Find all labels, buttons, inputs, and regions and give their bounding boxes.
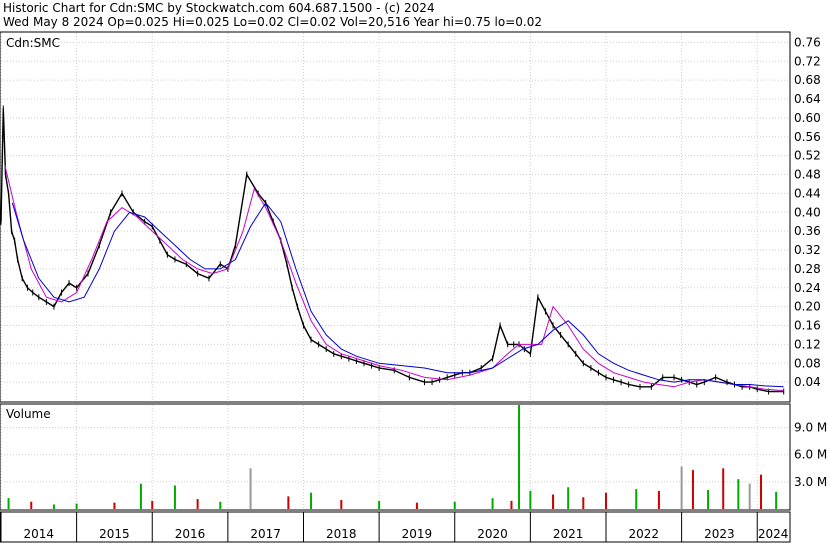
volume-bar bbox=[529, 490, 532, 509]
x-tick-label: 2024 bbox=[758, 527, 789, 541]
volume-bar bbox=[748, 483, 751, 509]
volume-bar bbox=[604, 492, 607, 509]
volume-y-tick-label: 9.0 M bbox=[794, 421, 827, 435]
volume-panel-frame bbox=[0, 403, 791, 511]
volume-y-tick-label: 3.0 M bbox=[794, 475, 827, 489]
price-y-tick-label: 0.12 bbox=[794, 337, 821, 351]
volume-bar bbox=[340, 499, 343, 509]
volume-bar bbox=[173, 485, 176, 509]
volume-bar bbox=[707, 490, 710, 509]
volume-bar bbox=[657, 490, 660, 509]
volume-bar bbox=[310, 492, 313, 509]
volume-bar bbox=[30, 501, 33, 509]
volume-bar bbox=[287, 496, 290, 509]
volume-bar bbox=[760, 474, 763, 509]
x-tick-label: 2017 bbox=[250, 527, 281, 541]
price-y-tick-label: 0.04 bbox=[794, 375, 821, 389]
x-tick-label: 2021 bbox=[553, 527, 584, 541]
price-y-tick-label: 0.32 bbox=[794, 243, 821, 257]
volume-bar bbox=[518, 405, 521, 509]
price-y-tick-label: 0.40 bbox=[794, 205, 821, 219]
price-y-tick-label: 0.16 bbox=[794, 319, 821, 333]
price-y-tick-label: 0.48 bbox=[794, 168, 821, 182]
price-y-tick-label: 0.56 bbox=[794, 130, 821, 144]
volume-bar bbox=[635, 489, 638, 509]
price-y-tick-label: 0.08 bbox=[794, 356, 821, 370]
volume-bar bbox=[567, 487, 570, 509]
stock-chart: 0.76 0.72 0.68 0.64 0.60 0.56 0.52 0.48 0.44 0.40… bbox=[0, 31, 827, 543]
volume-bar bbox=[491, 498, 494, 509]
price-y-tick-label: 0.24 bbox=[794, 281, 821, 295]
volume-bar bbox=[219, 501, 222, 509]
volume-bar bbox=[378, 500, 381, 509]
volume-bar bbox=[453, 501, 456, 509]
volume-bar bbox=[510, 500, 513, 509]
x-tick-label: 2019 bbox=[402, 527, 433, 541]
volume-bar bbox=[582, 497, 585, 509]
x-tick-label: 2014 bbox=[24, 527, 55, 541]
x-tick-label: 2022 bbox=[629, 527, 660, 541]
price-y-tick-label: 0.20 bbox=[794, 300, 821, 314]
price-y-tick-label: 0.52 bbox=[794, 149, 821, 163]
price-y-tick-label: 0.44 bbox=[794, 186, 821, 200]
volume-y-axis: 9.0 M 6.0 M 3.0 M bbox=[794, 421, 827, 489]
volume-panel-title: Volume bbox=[6, 407, 51, 421]
x-tick-label: 2018 bbox=[326, 527, 357, 541]
volume-bar bbox=[52, 504, 55, 509]
volume-y-tick-label: 6.0 M bbox=[794, 448, 827, 462]
price-y-tick-label: 0.60 bbox=[794, 111, 821, 125]
price-y-tick-label: 0.68 bbox=[794, 73, 821, 87]
price-y-tick-label: 0.28 bbox=[794, 262, 821, 276]
volume-bar bbox=[7, 498, 10, 509]
volume-bar bbox=[415, 502, 418, 509]
price-y-tick-label: 0.72 bbox=[794, 54, 821, 68]
volume-bar bbox=[737, 479, 740, 509]
x-tick-label: 2015 bbox=[99, 527, 130, 541]
volume-bar bbox=[722, 468, 725, 509]
x-tick-label: 2016 bbox=[175, 527, 206, 541]
volume-bar bbox=[75, 503, 78, 509]
price-panel-title: Cdn:SMC bbox=[6, 36, 60, 50]
volume-bar bbox=[113, 502, 116, 509]
price-y-tick-label: 0.76 bbox=[794, 35, 821, 49]
volume-bar bbox=[151, 500, 154, 509]
volume-bar bbox=[691, 470, 694, 509]
price-y-tick-label: 0.36 bbox=[794, 224, 821, 238]
price-y-axis: 0.76 0.72 0.68 0.64 0.60 0.56 0.52 0.48 0.44 0.40… bbox=[794, 35, 821, 389]
x-tick-label: 2020 bbox=[477, 527, 508, 541]
volume-bar bbox=[552, 494, 555, 509]
volume-bar bbox=[249, 468, 252, 509]
x-tick-label: 2023 bbox=[704, 527, 735, 541]
volume-bar bbox=[775, 491, 778, 509]
volume-bar bbox=[680, 466, 683, 509]
volume-bar bbox=[196, 499, 199, 509]
price-panel-frame bbox=[0, 31, 791, 403]
price-y-tick-label: 0.64 bbox=[794, 92, 821, 106]
volume-bar bbox=[139, 483, 142, 509]
